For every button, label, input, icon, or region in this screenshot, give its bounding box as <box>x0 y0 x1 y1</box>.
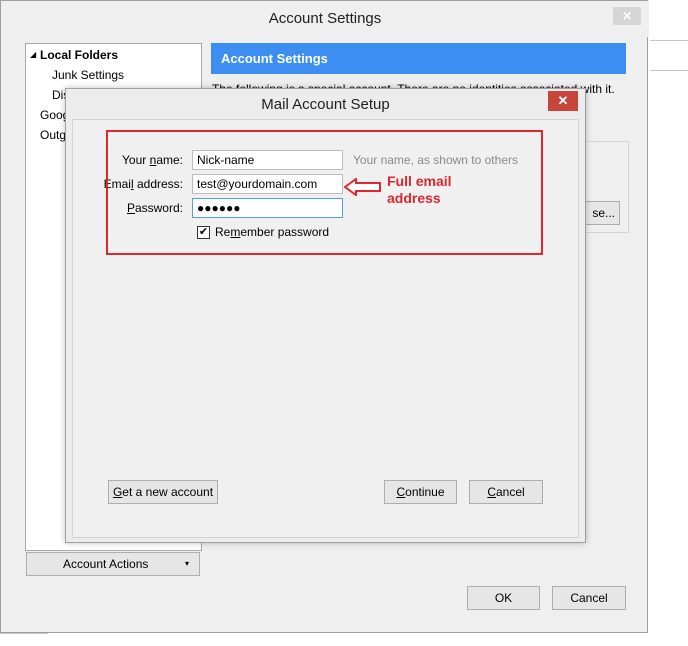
chevron-down-icon: ▾ <box>184 559 189 568</box>
continue-button[interactable]: Continue <box>384 480 457 504</box>
account-actions-button[interactable]: Account Actions ▾ <box>26 552 200 576</box>
tree-item-local-folders[interactable]: Local Folders <box>40 48 118 62</box>
background-divider <box>650 70 688 71</box>
tree-item-outgoing-server[interactable]: Outg <box>40 128 66 142</box>
annotation-label: Full email address <box>387 173 452 206</box>
background-divider <box>650 40 688 41</box>
background-divider <box>0 633 48 634</box>
ok-button[interactable]: OK <box>467 586 540 610</box>
arrow-left-icon <box>344 178 381 196</box>
tree-item-junk-settings[interactable]: Junk Settings <box>52 68 124 82</box>
cancel-button[interactable]: Cancel <box>552 586 626 610</box>
dialog-cancel-button[interactable]: Cancel <box>469 480 543 504</box>
window-title: Account Settings <box>1 1 649 37</box>
settings-header: Account Settings <box>211 43 626 74</box>
dialog-close-button[interactable]: ✕ <box>548 91 578 111</box>
get-new-account-button[interactable]: Get a new account <box>108 480 218 504</box>
window-close-button[interactable]: ✕ <box>613 7 641 25</box>
dialog-title: Mail Account Setup <box>261 96 390 113</box>
highlight-box <box>106 130 543 255</box>
tree-expand-icon[interactable]: ◢ <box>30 50 36 59</box>
account-actions-label: Account Actions <box>63 557 149 571</box>
